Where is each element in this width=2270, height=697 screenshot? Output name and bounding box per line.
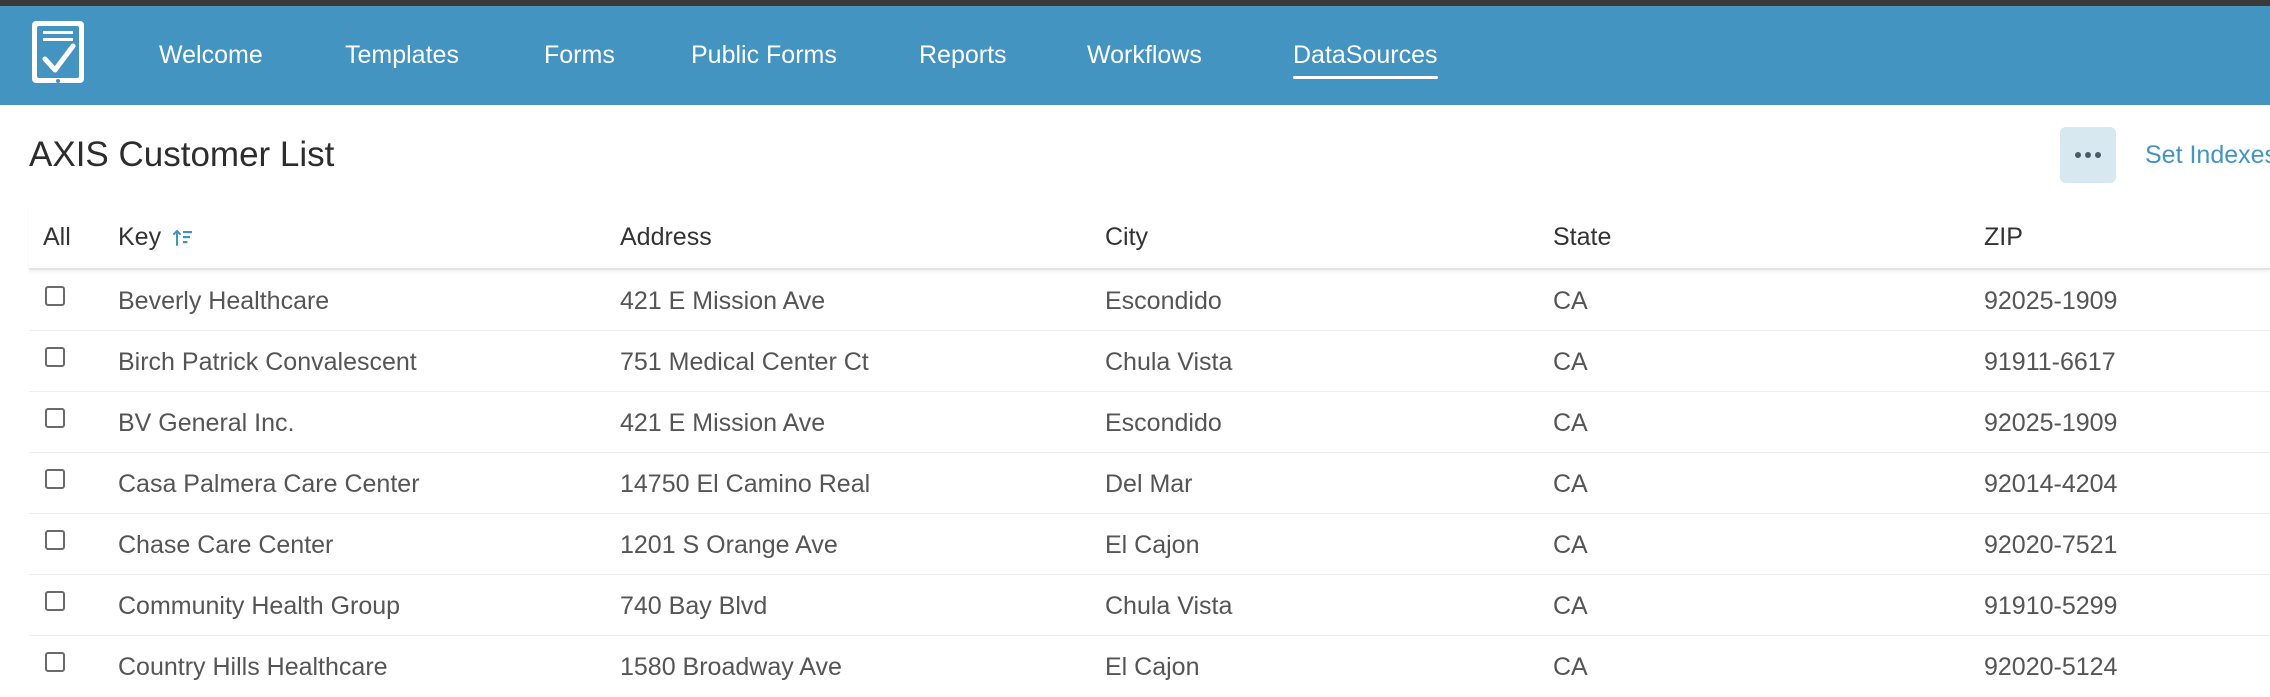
more-options-button[interactable] [2060, 127, 2116, 183]
cell-key: Country Hills Healthcare [118, 653, 388, 681]
ellipsis-icon [2075, 152, 2101, 158]
cell-city: Escondido [1105, 409, 1222, 437]
cell-key: Beverly Healthcare [118, 287, 330, 315]
cell-city: El Cajon [1105, 653, 1200, 681]
cell-zip: 92020-7521 [1984, 531, 2118, 559]
cell-state: CA [1553, 348, 1588, 376]
cell-key: BV General Inc. [118, 409, 295, 437]
row-checkbox[interactable] [45, 652, 65, 672]
sort-ascending-icon[interactable] [173, 228, 193, 248]
column-header-key[interactable]: Key [118, 220, 161, 254]
nav-welcome[interactable]: Welcome [159, 38, 263, 72]
column-header-address[interactable]: Address [620, 220, 712, 254]
cell-zip: 92025-1909 [1984, 409, 2118, 437]
top-navbar: Welcome Templates Forms Public Forms Rep… [0, 6, 2270, 105]
row-checkbox[interactable] [45, 469, 65, 489]
select-all-header[interactable]: All [43, 220, 71, 254]
nav-datasources[interactable]: DataSources [1293, 38, 1438, 79]
cell-state: CA [1553, 653, 1588, 681]
column-header-zip[interactable]: ZIP [1984, 220, 2023, 254]
row-checkbox[interactable] [45, 408, 65, 428]
cell-zip: 91911-6617 [1984, 348, 2116, 376]
cell-zip: 92014-4204 [1984, 470, 2118, 498]
cell-city: Del Mar [1105, 470, 1193, 498]
row-checkbox[interactable] [45, 286, 65, 306]
table-row[interactable]: Casa Palmera Care Center 14750 El Camino… [29, 453, 2270, 514]
cell-key: Community Health Group [118, 592, 401, 620]
cell-address: 421 E Mission Ave [620, 409, 826, 437]
cell-key: Birch Patrick Convalescent [118, 348, 417, 376]
cell-city: Escondido [1105, 287, 1222, 315]
nav-reports[interactable]: Reports [919, 38, 1007, 72]
row-checkbox[interactable] [45, 530, 65, 550]
table-header: All Key Address City State ZIP [29, 206, 2270, 270]
table-row[interactable]: Birch Patrick Convalescent 751 Medical C… [29, 331, 2270, 392]
cell-address: 751 Medical Center Ct [620, 348, 869, 376]
table-row[interactable]: Beverly Healthcare 421 E Mission Ave Esc… [29, 270, 2270, 331]
cell-address: 1580 Broadway Ave [620, 653, 842, 681]
set-indexes-link[interactable]: Set Indexes [2145, 138, 2270, 172]
row-checkbox[interactable] [45, 347, 65, 367]
cell-address: 740 Bay Blvd [620, 592, 768, 620]
table-row[interactable]: Community Health Group 740 Bay Blvd Chul… [29, 575, 2270, 636]
nav-workflows[interactable]: Workflows [1087, 38, 1202, 72]
checklist-logo-icon[interactable] [30, 19, 86, 87]
column-header-city[interactable]: City [1105, 220, 1148, 254]
cell-city: Chula Vista [1105, 592, 1233, 620]
cell-zip: 91910-5299 [1984, 592, 2118, 620]
cell-address: 421 E Mission Ave [620, 287, 826, 315]
cell-city: Chula Vista [1105, 348, 1233, 376]
cell-state: CA [1553, 470, 1588, 498]
table-row[interactable]: Country Hills Healthcare 1580 Broadway A… [29, 636, 2270, 697]
cell-state: CA [1553, 287, 1588, 315]
cell-state: CA [1553, 531, 1588, 559]
cell-zip: 92025-1909 [1984, 287, 2118, 315]
cell-state: CA [1553, 409, 1588, 437]
nav-templates[interactable]: Templates [345, 38, 459, 72]
cell-address: 1201 S Orange Ave [620, 531, 838, 559]
cell-zip: 92020-5124 [1984, 653, 2118, 681]
cell-key: Casa Palmera Care Center [118, 470, 420, 498]
customer-table: All Key Address City State ZIP Beverly H… [29, 206, 2270, 697]
row-checkbox[interactable] [45, 591, 65, 611]
cell-city: El Cajon [1105, 531, 1200, 559]
nav-public-forms[interactable]: Public Forms [691, 38, 837, 72]
page-title: AXIS Customer List [29, 135, 335, 174]
cell-key: Chase Care Center [118, 531, 334, 559]
cell-state: CA [1553, 592, 1588, 620]
table-row[interactable]: Chase Care Center 1201 S Orange Ave El C… [29, 514, 2270, 575]
cell-address: 14750 El Camino Real [620, 470, 871, 498]
table-row[interactable]: BV General Inc. 421 E Mission Ave Escond… [29, 392, 2270, 453]
nav-forms[interactable]: Forms [544, 38, 615, 72]
column-header-state[interactable]: State [1553, 220, 1611, 254]
